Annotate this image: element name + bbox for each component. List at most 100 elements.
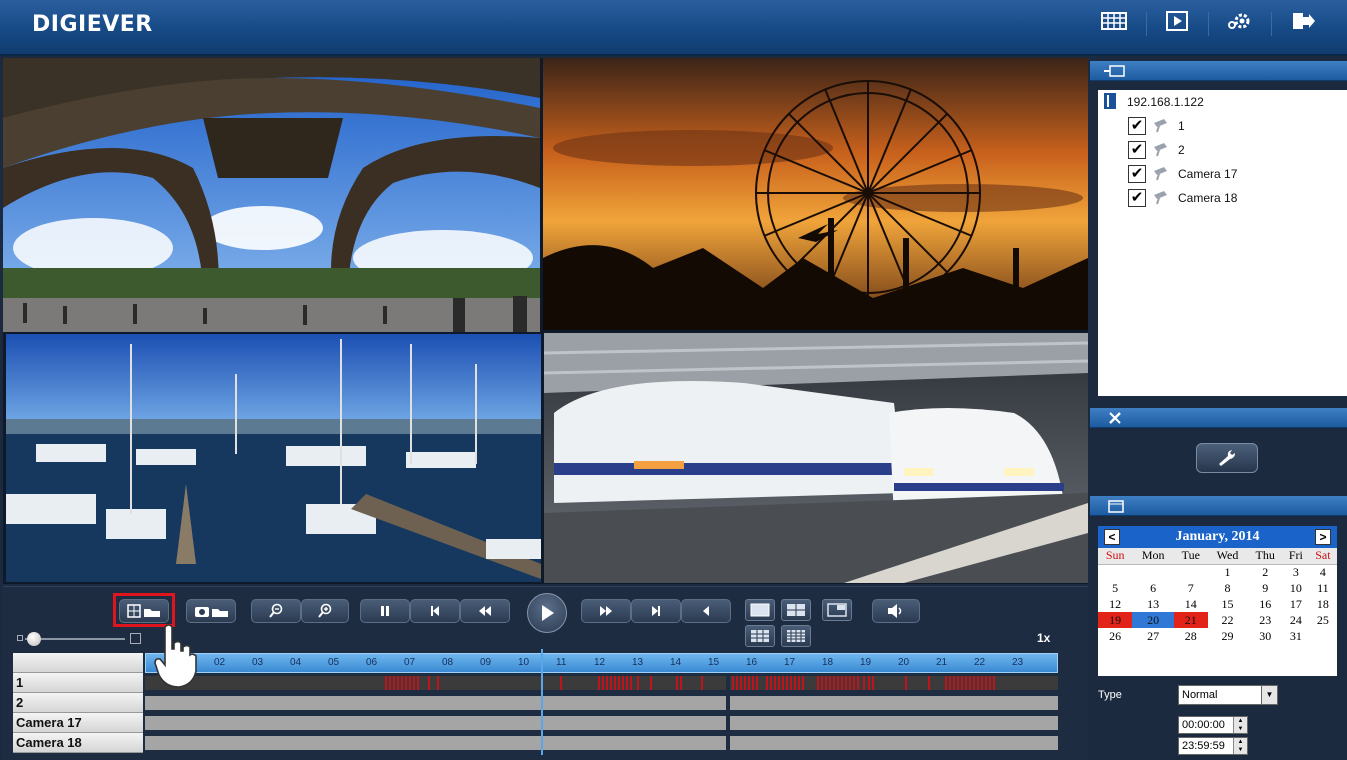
end-time-input[interactable]: 23:59:59 ▲ ▼ [1178, 737, 1248, 755]
calendar-day[interactable]: 11 [1309, 580, 1337, 596]
pause-button[interactable] [360, 599, 410, 623]
previous-frame-button[interactable] [410, 599, 460, 623]
layout-pip-button[interactable] [822, 599, 852, 621]
calendar-day[interactable]: 29 [1208, 628, 1248, 644]
recording-mark [949, 676, 951, 690]
recording-mark [786, 676, 788, 690]
calendar-icon [1108, 500, 1124, 513]
layout-4x4-button[interactable] [781, 625, 811, 647]
timeline-track-camera-2[interactable] [145, 696, 1058, 710]
snapshot-folder-button[interactable] [186, 599, 236, 623]
calendar-day[interactable]: 3 [1283, 564, 1309, 580]
calendar-day[interactable]: 5 [1098, 580, 1132, 596]
timeline-hour-tick: 15 [708, 657, 720, 668]
calendar-day[interactable]: 17 [1283, 596, 1309, 612]
layout-3x3-button[interactable] [745, 625, 775, 647]
fast-forward-button[interactable] [581, 599, 631, 623]
calendar-day[interactable]: 7 [1174, 580, 1208, 596]
calendar-day[interactable]: 24 [1283, 612, 1309, 628]
calendar-day[interactable]: 20 [1132, 612, 1175, 628]
layout-open-button[interactable] [119, 599, 169, 623]
calendar-day[interactable]: 22 [1208, 612, 1248, 628]
recording-mark [680, 676, 682, 690]
recording-mark [794, 676, 796, 690]
speaker-icon [888, 604, 902, 618]
tools-button[interactable] [1196, 443, 1258, 473]
zoom-out-button[interactable] [251, 599, 301, 623]
calendar-weekday: Sat [1308, 548, 1337, 565]
calendar-day[interactable]: 9 [1247, 580, 1283, 596]
video-tile-eiffel-tower[interactable] [3, 58, 540, 332]
calendar-day[interactable]: 18 [1309, 596, 1337, 612]
timeline-ruler[interactable]: 02 03 04 05 06 07 08 09 10 11 12 13 14 15 16 17 18 19 20 21… [145, 653, 1058, 673]
recording-mark [774, 676, 776, 690]
video-tile-marina[interactable] [6, 334, 541, 582]
device-panel-header [1090, 61, 1347, 81]
calendar-day[interactable]: 30 [1247, 628, 1283, 644]
calendar-day[interactable]: 19 [1098, 612, 1133, 628]
timeline-hour-tick: 14 [670, 657, 682, 668]
timeline-track-camera-18[interactable] [145, 736, 1058, 750]
camera-icon [1154, 143, 1167, 157]
calendar-day[interactable]: 16 [1247, 596, 1283, 612]
recording-mark [752, 676, 754, 690]
timeline-hour-tick: 16 [746, 657, 758, 668]
type-select[interactable]: Normal ▼ [1178, 685, 1278, 705]
recording-mark [778, 676, 780, 690]
calendar-prev-button[interactable]: < [1104, 529, 1120, 545]
recording-mark [782, 676, 784, 690]
timeline-header-label [13, 653, 143, 673]
calendar-day[interactable]: 10 [1283, 580, 1309, 596]
calendar-day[interactable]: 26 [1098, 628, 1132, 644]
calendar-day[interactable]: 6 [1132, 580, 1174, 596]
playback-icon[interactable] [1163, 10, 1193, 36]
rewind-button[interactable] [460, 599, 510, 623]
calendar-day[interactable]: 27 [1132, 628, 1174, 644]
audio-button[interactable] [872, 599, 920, 623]
layout-2x2-button[interactable] [781, 599, 811, 621]
calendar-day[interactable]: 21 [1174, 612, 1208, 628]
end-time-value: 23:59:59 [1182, 740, 1225, 752]
settings-gear-icon[interactable] [1226, 10, 1256, 36]
calendar-weekday: Fri [1282, 548, 1309, 565]
video-tile-bullet-trains[interactable] [544, 333, 1088, 583]
calendar-day[interactable]: 4 [1309, 564, 1337, 580]
calendar-day[interactable]: 14 [1174, 596, 1208, 612]
calendar-day[interactable]: 1 [1208, 564, 1248, 580]
recording-mark [969, 676, 971, 690]
calendar-day[interactable]: 31 [1283, 628, 1309, 644]
dvr-device-icon [1104, 65, 1125, 77]
spinner-arrows-icon[interactable]: ▲ ▼ [1233, 717, 1247, 733]
camera-checkbox-2[interactable]: ✔ [1128, 141, 1146, 159]
recording-mark [957, 676, 959, 690]
calendar-grid-icon[interactable] [1100, 10, 1130, 36]
next-frame-button[interactable] [631, 599, 681, 623]
calendar-day[interactable]: 15 [1208, 596, 1248, 612]
reverse-play-button[interactable] [681, 599, 731, 623]
logout-icon[interactable] [1289, 10, 1319, 36]
zoom-in-button[interactable] [301, 599, 349, 623]
calendar-day[interactable]: 25 [1309, 612, 1337, 628]
calendar-day[interactable]: 13 [1132, 596, 1174, 612]
layout-1x1-button[interactable] [745, 599, 775, 621]
recording-mark [417, 676, 419, 690]
camera-checkbox-1[interactable]: ✔ [1128, 117, 1146, 135]
calendar-day[interactable]: 23 [1247, 612, 1283, 628]
calendar-day[interactable]: 12 [1098, 596, 1132, 612]
timeline-cursor[interactable] [541, 649, 543, 755]
timeline-track-camera-17[interactable] [145, 716, 1058, 730]
spinner-arrows-icon[interactable]: ▲ ▼ [1233, 738, 1247, 754]
camera-checkbox-18[interactable]: ✔ [1128, 189, 1146, 207]
calendar-day[interactable]: 2 [1247, 564, 1283, 580]
camera-checkbox-17[interactable]: ✔ [1128, 165, 1146, 183]
slider-handle[interactable] [27, 632, 41, 646]
calendar-day[interactable]: 28 [1174, 628, 1208, 644]
calendar-next-button[interactable]: > [1315, 529, 1331, 545]
calendar-day[interactable]: 8 [1208, 580, 1248, 596]
timeline-hour-tick: 05 [328, 657, 340, 668]
timeline-track-camera-1[interactable] [145, 676, 1058, 690]
start-time-input[interactable]: 00:00:00 ▲ ▼ [1178, 716, 1248, 734]
video-tile-ferris-wheel[interactable] [543, 58, 1088, 330]
recording-mark [618, 676, 620, 690]
play-button[interactable] [527, 593, 567, 633]
